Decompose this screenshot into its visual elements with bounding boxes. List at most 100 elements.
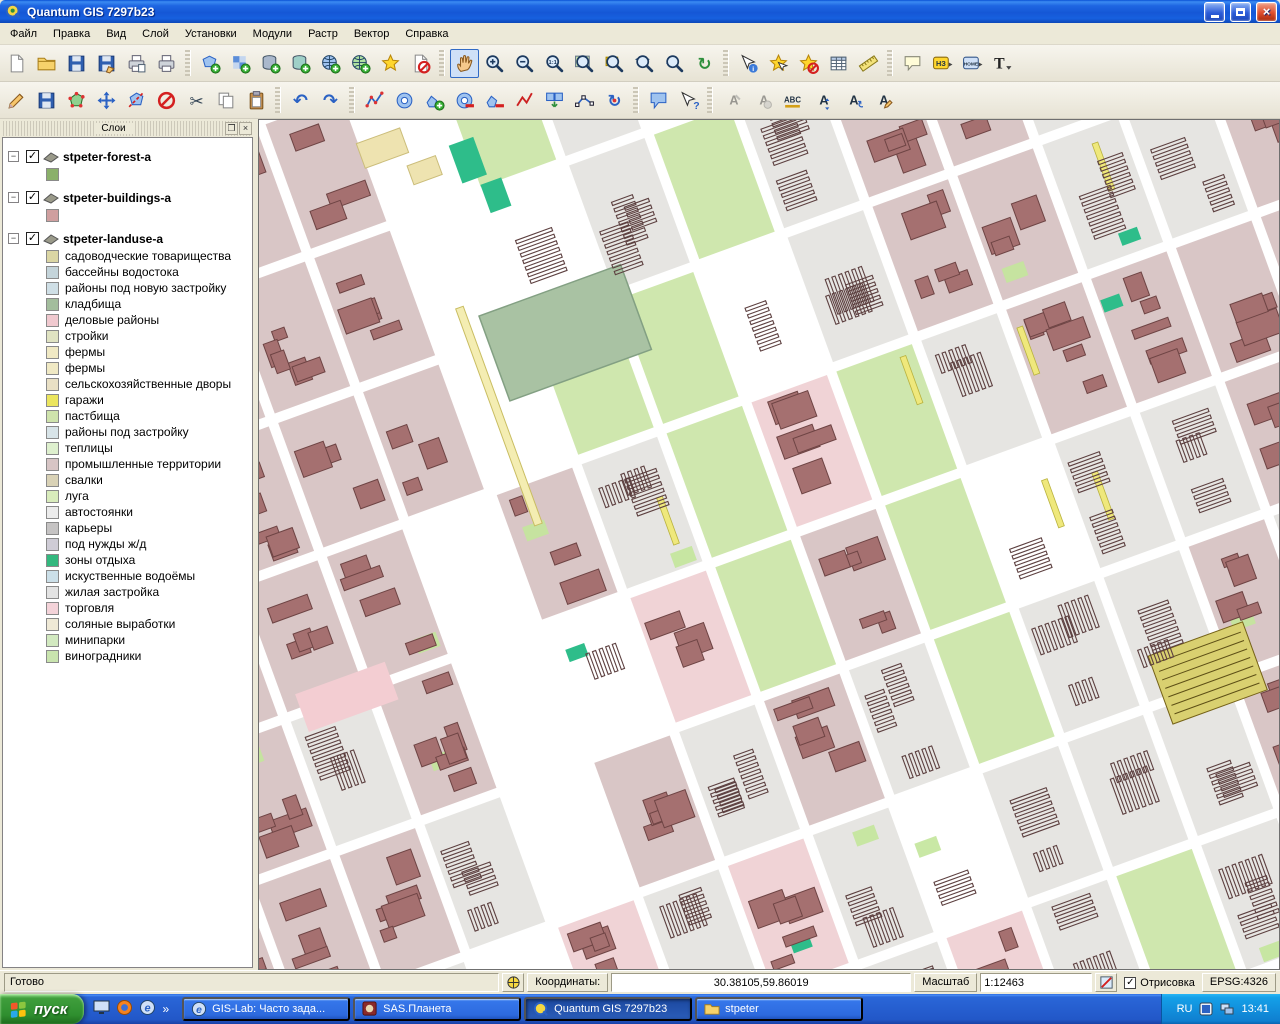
refresh-button[interactable]: ↻ (690, 49, 719, 78)
move-label-button[interactable]: A (808, 86, 837, 115)
save-project-as-button[interactable] (92, 49, 121, 78)
rotate-symbols-button[interactable]: ↻ (600, 86, 629, 115)
layer-item-stpeter-landuse-a[interactable]: −✓stpeter-landuse-a (3, 229, 252, 248)
zoom-selection-button[interactable] (600, 49, 629, 78)
pan-map-button[interactable] (450, 49, 479, 78)
menu-item-4[interactable]: Установки (177, 25, 245, 43)
open-project-button[interactable] (32, 49, 61, 78)
toggle-editing-button[interactable] (2, 86, 31, 115)
add-raster-layer-button[interactable] (226, 49, 255, 78)
abc-labels-button[interactable]: ABC (778, 86, 807, 115)
minimize-button[interactable] (1204, 2, 1225, 22)
render-checkbox[interactable]: ✓ Отрисовка (1120, 973, 1199, 992)
legend-item[interactable]: теплицы (3, 440, 252, 456)
language-indicator[interactable]: RU (1177, 1003, 1193, 1015)
copy-features-button[interactable] (212, 86, 241, 115)
reshape-button[interactable] (510, 86, 539, 115)
menu-item-8[interactable]: Справка (397, 25, 456, 43)
menu-item-2[interactable]: Вид (98, 25, 134, 43)
form-annotation-button[interactable]: ? (674, 86, 703, 115)
remove-layer-button[interactable] (406, 49, 435, 78)
expander-icon[interactable]: − (8, 233, 19, 244)
add-vector-layer-button[interactable] (196, 49, 225, 78)
simplify-feature-button[interactable] (360, 86, 389, 115)
legend-item[interactable]: бассейны водостока (3, 264, 252, 280)
attribute-table-button[interactable] (824, 49, 853, 78)
legend-item[interactable]: стройки (3, 328, 252, 344)
zoom-in-button[interactable] (480, 49, 509, 78)
start-button[interactable]: пуск (0, 994, 84, 1024)
legend-item[interactable]: минипарки (3, 632, 252, 648)
legend-item[interactable]: виноградники (3, 648, 252, 664)
close-panel-button[interactable]: × (239, 122, 252, 135)
legend-item[interactable]: промышленные территории (3, 456, 252, 472)
save-edits-button[interactable] (32, 86, 61, 115)
legend-item[interactable]: деловые районы (3, 312, 252, 328)
quick-launch-show-desktop[interactable] (93, 999, 110, 1019)
language-bar-icon[interactable] (1199, 1002, 1213, 1016)
annotation-button[interactable] (644, 86, 673, 115)
layer-checkbox[interactable]: ✓ (26, 150, 39, 163)
label-settings-button[interactable]: A (748, 86, 777, 115)
legend-item[interactable]: пастбища (3, 408, 252, 424)
add-wfs-layer-button[interactable] (346, 49, 375, 78)
expander-icon[interactable]: − (8, 192, 19, 203)
stop-render-button[interactable] (1095, 973, 1117, 992)
layer-item-stpeter-buildings-a[interactable]: −✓stpeter-buildings-a (3, 188, 252, 207)
zoom-out-button[interactable] (510, 49, 539, 78)
track-mouse-button[interactable] (502, 973, 524, 992)
new-project-button[interactable] (2, 49, 31, 78)
task-button-3[interactable]: stpeter (695, 997, 863, 1021)
task-button-0[interactable]: eGIS-Lab: Часто зада... (182, 997, 350, 1021)
add-postgis-layer-button[interactable] (256, 49, 285, 78)
delete-part-button[interactable] (480, 86, 509, 115)
add-spatialite-layer-button[interactable] (286, 49, 315, 78)
legend-item[interactable]: садоводческие товарищества (3, 248, 252, 264)
float-panel-button[interactable]: ❐ (225, 122, 238, 135)
delete-ring-button[interactable] (450, 86, 479, 115)
text-annotation-button[interactable]: T (988, 49, 1017, 78)
scale-input[interactable] (980, 973, 1092, 992)
layer-checkbox[interactable]: ✓ (26, 191, 39, 204)
zoom-last-button[interactable] (660, 49, 689, 78)
zoom-native-button[interactable]: 1:1 (540, 49, 569, 78)
label-engine-button[interactable]: A (718, 86, 747, 115)
cut-features-button[interactable]: ✂ (182, 86, 211, 115)
menu-item-5[interactable]: Модули (245, 25, 300, 43)
legend-item[interactable]: автостоянки (3, 504, 252, 520)
paste-features-button[interactable] (242, 86, 271, 115)
coordinates-label[interactable]: Координаты: (527, 973, 608, 992)
close-button[interactable]: × (1256, 2, 1277, 22)
select-features-button[interactable] (764, 49, 793, 78)
menu-item-6[interactable]: Растр (300, 25, 346, 43)
legend-item[interactable]: свалки (3, 472, 252, 488)
legend-item[interactable]: луга (3, 488, 252, 504)
expander-icon[interactable]: − (8, 151, 19, 162)
quick-launch-firefox[interactable] (116, 999, 133, 1019)
quick-launch-overflow[interactable]: » (162, 1002, 169, 1016)
delete-selected-button[interactable] (152, 86, 181, 115)
menu-item-7[interactable]: Вектор (346, 25, 398, 43)
epsg-badge[interactable]: EPSG:4326 (1202, 973, 1276, 992)
menu-item-1[interactable]: Правка (45, 25, 98, 43)
menu-item-0[interactable]: Файл (2, 25, 45, 43)
legend-item[interactable]: районы под новую застройку (3, 280, 252, 296)
redo-button[interactable]: ↷ (316, 86, 345, 115)
new-bookmark-button[interactable] (376, 49, 405, 78)
capture-polygon-button[interactable] (62, 86, 91, 115)
legend-item[interactable]: сельскохозяйственные дворы (3, 376, 252, 392)
legend-item[interactable] (3, 166, 252, 182)
bookmarks-nz-button[interactable]: НЗ (928, 49, 957, 78)
coordinates-input[interactable] (611, 973, 911, 992)
map-tips-button[interactable] (898, 49, 927, 78)
legend-item[interactable]: соляные выработки (3, 616, 252, 632)
legend-item[interactable]: фермы (3, 360, 252, 376)
legend-item[interactable]: под нужды ж/д (3, 536, 252, 552)
label-properties-button[interactable]: A (868, 86, 897, 115)
task-button-2[interactable]: Quantum GIS 7297b23 (524, 997, 692, 1021)
layer-item-stpeter-forest-a[interactable]: −✓stpeter-forest-a (3, 147, 252, 166)
legend-item[interactable] (3, 207, 252, 223)
undo-button[interactable]: ↶ (286, 86, 315, 115)
merge-features-button[interactable] (540, 86, 569, 115)
legend-item[interactable]: гаражи (3, 392, 252, 408)
